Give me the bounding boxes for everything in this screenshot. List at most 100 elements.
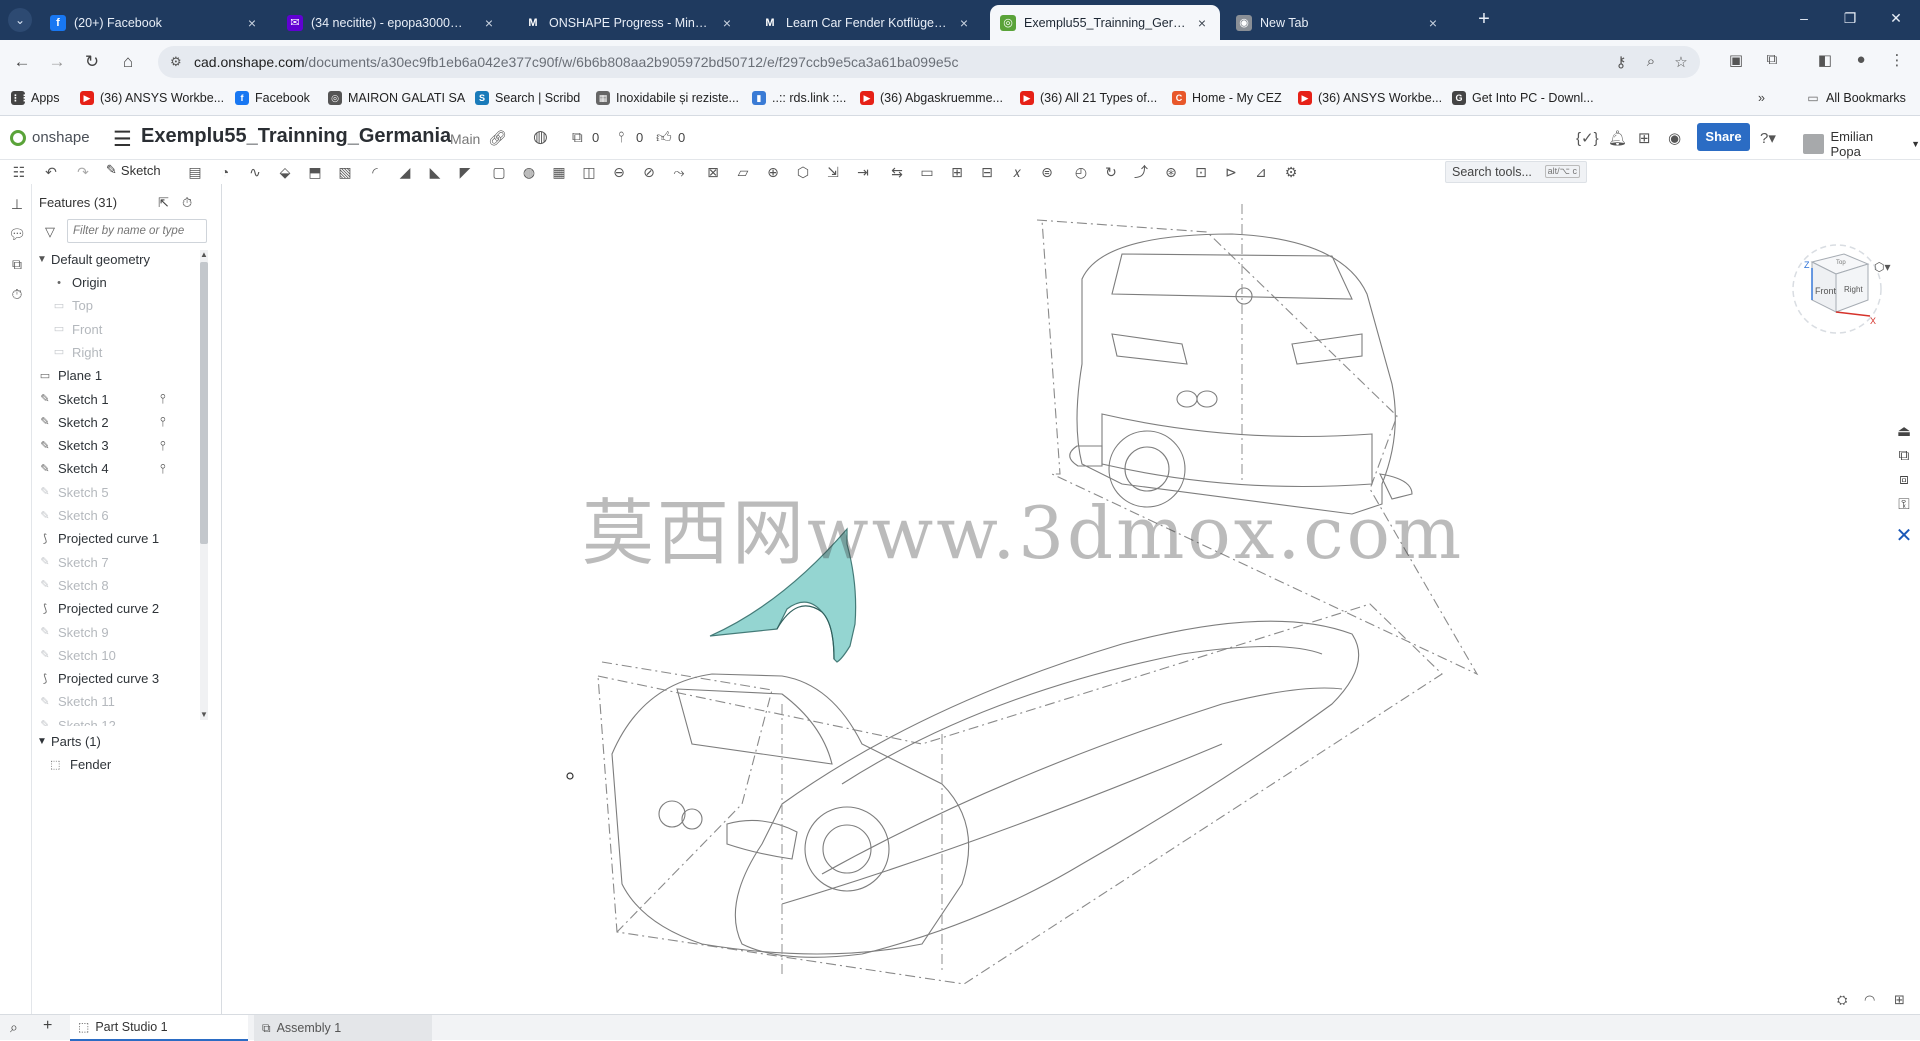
- url-text[interactable]: cad.onshape.com/documents/a30ec9fb1eb6a0…: [194, 54, 958, 70]
- sheet-metal-icon[interactable]: ▭: [918, 163, 936, 181]
- collapse-panel-icon[interactable]: ⇱: [158, 195, 169, 211]
- frame-icon[interactable]: ⊞: [948, 163, 966, 181]
- user-menu[interactable]: Emilian Popa ▼: [1803, 129, 1920, 159]
- bridging-curve-icon[interactable]: ⊡: [1192, 163, 1210, 181]
- close-tab-icon[interactable]: ×: [956, 15, 972, 31]
- like-icon[interactable]: 👍︎: [656, 129, 672, 147]
- extension-icon[interactable]: ▣: [1726, 51, 1746, 71]
- boolean-icon[interactable]: ⊖: [610, 163, 628, 181]
- scroll-up-icon[interactable]: ▲: [200, 250, 208, 259]
- sweep-icon[interactable]: ∿: [246, 163, 264, 181]
- offset-surface-icon[interactable]: ⬡: [794, 163, 812, 181]
- feature-item[interactable]: ✎ Sketch 10: [32, 644, 208, 667]
- browser-menu-icon[interactable]: ⋮: [1887, 51, 1907, 71]
- composite-part-icon[interactable]: ⊛: [1162, 163, 1180, 181]
- bookmark-item[interactable]: ▶ (36) ANSYS Workbe...: [80, 91, 224, 105]
- parts-group[interactable]: ▼ Parts (1): [32, 730, 208, 753]
- close-tab-icon[interactable]: ×: [1194, 15, 1210, 31]
- feature-item[interactable]: ⟆ Projected curve 1: [32, 527, 208, 550]
- back-button[interactable]: ←: [11, 51, 33, 73]
- restore-window-icon[interactable]: ❐: [1840, 10, 1860, 27]
- transform-icon[interactable]: ⤳: [670, 163, 688, 181]
- bookmark-item[interactable]: ▶ (36) Abgaskruemme...: [860, 91, 1003, 105]
- replace-face-icon[interactable]: ⇆: [888, 163, 906, 181]
- mass-properties-icon[interactable]: ⏏: [1892, 420, 1916, 444]
- sketch-button[interactable]: ✎ Sketch: [106, 162, 161, 178]
- learning-center-icon[interactable]: ◉: [1668, 129, 1681, 147]
- rib-icon[interactable]: ◤: [456, 163, 474, 181]
- hole-icon[interactable]: ◍: [520, 163, 538, 181]
- tab-manager-icon[interactable]: ⌕: [10, 1019, 18, 1036]
- variable-icon[interactable]: 𝑥: [1008, 163, 1026, 181]
- feature-item[interactable]: ✎ Sketch 3 ⫯: [32, 434, 208, 457]
- chamfer-icon[interactable]: ◢: [396, 163, 414, 181]
- bookmark-star-icon[interactable]: ☆: [1672, 53, 1690, 71]
- close-tab-icon[interactable]: ×: [1425, 15, 1441, 31]
- part-item-fender[interactable]: ⬚ Fender: [32, 753, 208, 776]
- sketch-visible-pin-icon[interactable]: ⫯: [160, 391, 166, 407]
- close-window-icon[interactable]: ✕: [1886, 10, 1906, 27]
- mate-connector-icon[interactable]: ⊕: [764, 163, 782, 181]
- rollback-history-icon[interactable]: ⏱︎: [182, 195, 192, 211]
- feature-item[interactable]: ✎ Sketch 4 ⫯: [32, 457, 208, 480]
- bookmark-item[interactable]: ▦ Inoxidabile și reziste...: [596, 91, 739, 105]
- draft-icon[interactable]: ◣: [426, 163, 444, 181]
- enclose-icon[interactable]: ▧: [336, 163, 354, 181]
- section-view-icon[interactable]: ⧈: [1892, 468, 1916, 492]
- undo-icon[interactable]: ↶: [42, 163, 60, 181]
- appearance-icon[interactable]: ⧉: [8, 256, 26, 274]
- feature-filter-input[interactable]: [67, 219, 207, 243]
- shell-icon[interactable]: ▢: [490, 163, 508, 181]
- bookmark-item[interactable]: ⋮⋮ Apps: [11, 91, 60, 105]
- tab-part-studio[interactable]: ⬚ Part Studio 1: [70, 1015, 248, 1041]
- app-store-icon[interactable]: ⊞: [1638, 129, 1651, 147]
- redo-icon[interactable]: ↷: [74, 163, 92, 181]
- minimize-icon[interactable]: –: [1794, 10, 1814, 26]
- feature-item[interactable]: • Origin: [32, 271, 208, 294]
- extend-surface-icon[interactable]: ⇲: [824, 163, 842, 181]
- feature-item[interactable]: ✎ Sketch 9: [32, 621, 208, 644]
- feature-item[interactable]: ▭ Top: [32, 294, 208, 317]
- render-mode-icon[interactable]: ⛭: [1837, 992, 1847, 1008]
- graphics-viewport[interactable]: 莫西网www.3dmox.com Z X Front Right Top ⬡▾ …: [222, 184, 1920, 1014]
- thread-icon[interactable]: ◴: [1072, 163, 1090, 181]
- sketch-visible-pin-icon[interactable]: ⫯: [160, 438, 166, 454]
- scroll-down-icon[interactable]: ▼: [200, 710, 208, 719]
- browser-tab[interactable]: M ONSHAPE Progress - Mind Lust ×: [515, 5, 745, 40]
- feature-scrollbar-thumb[interactable]: [200, 262, 208, 544]
- search-tools-input[interactable]: Search tools... alt/⌥ c: [1445, 161, 1587, 183]
- extrude-icon[interactable]: ▤: [186, 163, 204, 181]
- feature-item[interactable]: ✎ Sketch 5: [32, 481, 208, 504]
- zoom-icon[interactable]: ⌕: [1642, 53, 1660, 70]
- derived-icon[interactable]: ⊜: [1038, 163, 1056, 181]
- document-menu-icon[interactable]: ☰: [113, 127, 132, 152]
- feature-item[interactable]: ✎ Sketch 6: [32, 504, 208, 527]
- feature-item[interactable]: ▭ Front: [32, 318, 208, 341]
- revolve-icon[interactable]: ◔: [216, 163, 234, 181]
- reload-button[interactable]: ↻: [81, 51, 103, 73]
- versions-icon[interactable]: ⧉: [572, 129, 583, 146]
- feature-list-toggle-icon[interactable]: ☷: [10, 163, 28, 181]
- projected-curve-icon[interactable]: ⊳: [1222, 163, 1240, 181]
- password-key-icon[interactable]: ⚷: [1612, 53, 1630, 71]
- browser-tab[interactable]: f (20+) Facebook ×: [40, 5, 270, 40]
- plane-icon[interactable]: ▱: [734, 163, 752, 181]
- wrap-icon[interactable]: ⊟: [978, 163, 996, 181]
- tab-search-menu-button[interactable]: ⌄: [8, 8, 32, 32]
- feature-item[interactable]: ✎ Sketch 12: [32, 714, 208, 726]
- linear-pattern-icon[interactable]: ▦: [550, 163, 568, 181]
- view-cube[interactable]: Z X Front Right Top: [1782, 234, 1892, 344]
- feature-script-icon[interactable]: ⚿: [1892, 493, 1916, 517]
- close-tab-icon[interactable]: ×: [244, 15, 260, 31]
- chevron-down-icon[interactable]: ▼: [36, 736, 48, 747]
- browser-tab[interactable]: ◎ Exemplu55_Trainning_Germania ×: [990, 5, 1220, 40]
- bookmark-item[interactable]: ▶ (36) All 21 Types of...: [1020, 91, 1157, 105]
- sketch-visible-pin-icon[interactable]: ⫯: [160, 414, 166, 430]
- bookmarks-overflow-icon[interactable]: »: [1758, 91, 1765, 105]
- split-icon[interactable]: ⊘: [640, 163, 658, 181]
- sketch-visible-pin-icon[interactable]: ⫯: [160, 461, 166, 477]
- globe-icon[interactable]: ◍: [533, 127, 548, 147]
- branch-icon[interactable]: ⫯: [618, 129, 625, 146]
- share-button[interactable]: Share: [1697, 123, 1750, 151]
- notifications-icon[interactable]: 🔔︎: [1608, 129, 1627, 147]
